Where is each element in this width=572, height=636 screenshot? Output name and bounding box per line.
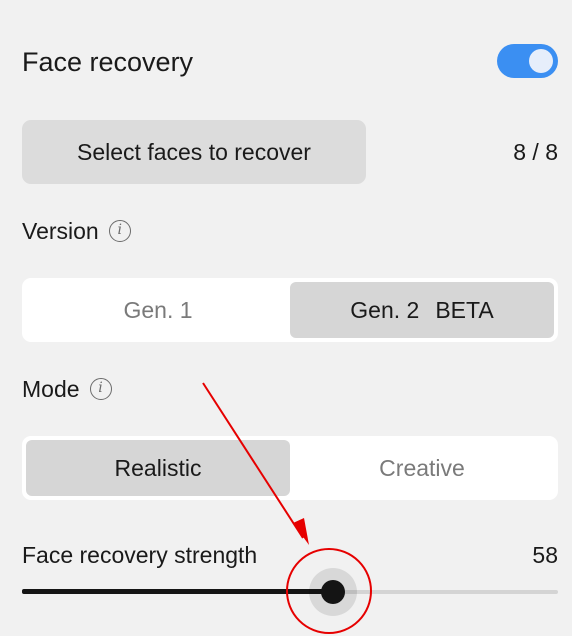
mode-option-realistic[interactable]: Realistic [26, 440, 290, 496]
toggle-knob [529, 49, 553, 73]
mode-info-icon[interactable]: i [89, 378, 112, 400]
version-option-label: Gen. 1 [123, 297, 193, 323]
slider-thumb[interactable] [321, 580, 345, 604]
mode-label-row: Mode i [22, 375, 112, 403]
mode-option-creative[interactable]: Creative [290, 440, 554, 496]
version-info-icon[interactable]: i [108, 220, 131, 242]
face-count: 8 / 8 [513, 139, 558, 165]
strength-value: 58 [532, 542, 558, 568]
annotation-arrowhead [293, 518, 309, 545]
version-option-gen1[interactable]: Gen. 1 [26, 282, 290, 338]
strength-label: Face recovery strength [22, 542, 258, 568]
mode-option-label: Creative [379, 455, 465, 481]
mode-label: Mode [22, 376, 80, 402]
beta-badge: BETA [435, 297, 494, 323]
version-label-row: Version i [22, 217, 131, 245]
version-option-gen2[interactable]: Gen. 2 BETA [290, 282, 554, 338]
panel-title: Face recovery [22, 47, 194, 77]
version-label: Version [22, 218, 99, 244]
mode-option-label: Realistic [114, 455, 202, 481]
version-option-label: Gen. 2 [350, 297, 420, 323]
select-faces-button[interactable]: Select faces to recover [22, 120, 366, 184]
version-segmented-control: Gen. 1 Gen. 2 BETA [22, 278, 558, 342]
mode-segmented-control: Realistic Creative [22, 436, 558, 500]
face-recovery-toggle[interactable] [497, 44, 558, 78]
strength-slider-fill [22, 589, 333, 594]
